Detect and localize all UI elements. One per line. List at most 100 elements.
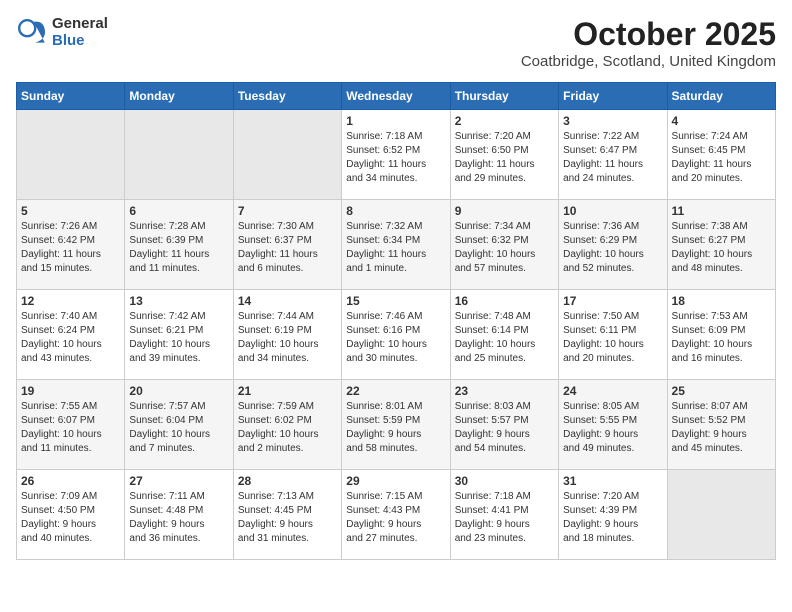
calendar-cell xyxy=(233,110,341,200)
weekday-header-wednesday: Wednesday xyxy=(342,83,450,110)
location-label: Coatbridge, Scotland, United Kingdom xyxy=(521,53,776,70)
day-info: Sunrise: 7:38 AM Sunset: 6:27 PM Dayligh… xyxy=(672,220,771,276)
weekday-header-tuesday: Tuesday xyxy=(233,83,341,110)
day-info: Sunrise: 8:05 AM Sunset: 5:55 PM Dayligh… xyxy=(563,400,662,456)
calendar-cell: 21 Sunrise: 7:59 AM Sunset: 6:02 PM Dayli… xyxy=(233,380,341,470)
day-info: Sunrise: 7:59 AM Sunset: 6:02 PM Dayligh… xyxy=(238,400,337,456)
day-info: Sunrise: 7:55 AM Sunset: 6:07 PM Dayligh… xyxy=(21,400,120,456)
calendar-cell: 15 Sunrise: 7:46 AM Sunset: 6:16 PM Dayli… xyxy=(342,290,450,380)
week-row-4: 19 Sunrise: 7:55 AM Sunset: 6:07 PM Dayli… xyxy=(17,380,776,470)
day-info: Sunrise: 7:20 AM Sunset: 4:39 PM Dayligh… xyxy=(563,490,662,546)
day-info: Sunrise: 7:11 AM Sunset: 4:48 PM Dayligh… xyxy=(129,490,228,546)
week-row-5: 26Sunrise: 7:09 AM Sunset: 4:50 PM Dayli… xyxy=(17,470,776,560)
day-number: 30 xyxy=(455,474,554,488)
day-info: Sunrise: 7:50 AM Sunset: 6:11 PM Dayligh… xyxy=(563,310,662,366)
calendar-cell: 9 Sunrise: 7:34 AM Sunset: 6:32 PM Daylig… xyxy=(450,200,558,290)
day-number: 23 xyxy=(455,384,554,398)
calendar-cell: 16 Sunrise: 7:48 AM Sunset: 6:14 PM Dayli… xyxy=(450,290,558,380)
week-row-2: 5 Sunrise: 7:26 AM Sunset: 6:42 PM Daylig… xyxy=(17,200,776,290)
calendar-cell: 7 Sunrise: 7:30 AM Sunset: 6:37 PM Daylig… xyxy=(233,200,341,290)
weekday-header-sunday: Sunday xyxy=(17,83,125,110)
day-info: Sunrise: 8:03 AM Sunset: 5:57 PM Dayligh… xyxy=(455,400,554,456)
calendar-cell: 10Sunrise: 7:36 AM Sunset: 6:29 PM Dayli… xyxy=(559,200,667,290)
calendar-cell: 29Sunrise: 7:15 AM Sunset: 4:43 PM Dayli… xyxy=(342,470,450,560)
calendar-cell: 23 Sunrise: 8:03 AM Sunset: 5:57 PM Dayli… xyxy=(450,380,558,470)
month-title: October 2025 xyxy=(521,16,776,53)
day-number: 6 xyxy=(129,204,228,218)
weekday-header-thursday: Thursday xyxy=(450,83,558,110)
day-number: 11 xyxy=(672,204,771,218)
calendar-cell xyxy=(17,110,125,200)
day-number: 31 xyxy=(563,474,662,488)
calendar-cell: 28Sunrise: 7:13 AM Sunset: 4:45 PM Dayli… xyxy=(233,470,341,560)
calendar-cell: 18Sunrise: 7:53 AM Sunset: 6:09 PM Dayli… xyxy=(667,290,775,380)
day-info: Sunrise: 7:44 AM Sunset: 6:19 PM Dayligh… xyxy=(238,310,337,366)
calendar-cell xyxy=(125,110,233,200)
day-info: Sunrise: 7:28 AM Sunset: 6:39 PM Dayligh… xyxy=(129,220,228,276)
title-area: October 2025 Coatbridge, Scotland, Unite… xyxy=(521,16,776,70)
calendar-cell: 5 Sunrise: 7:26 AM Sunset: 6:42 PM Daylig… xyxy=(17,200,125,290)
calendar-cell: 12 Sunrise: 7:40 AM Sunset: 6:24 PM Dayli… xyxy=(17,290,125,380)
day-info: Sunrise: 7:36 AM Sunset: 6:29 PM Dayligh… xyxy=(563,220,662,276)
day-info: Sunrise: 7:30 AM Sunset: 6:37 PM Dayligh… xyxy=(238,220,337,276)
logo-text: General Blue xyxy=(52,16,108,49)
logo-general-label: General xyxy=(52,16,108,33)
day-number: 14 xyxy=(238,294,337,308)
day-number: 12 xyxy=(21,294,120,308)
day-number: 5 xyxy=(21,204,120,218)
day-info: Sunrise: 7:53 AM Sunset: 6:09 PM Dayligh… xyxy=(672,310,771,366)
day-number: 22 xyxy=(346,384,445,398)
calendar-cell: 27Sunrise: 7:11 AM Sunset: 4:48 PM Dayli… xyxy=(125,470,233,560)
calendar-cell: 6 Sunrise: 7:28 AM Sunset: 6:39 PM Daylig… xyxy=(125,200,233,290)
calendar-cell: 31 Sunrise: 7:20 AM Sunset: 4:39 PM Dayli… xyxy=(559,470,667,560)
day-number: 17 xyxy=(563,294,662,308)
calendar-cell: 11 Sunrise: 7:38 AM Sunset: 6:27 PM Dayli… xyxy=(667,200,775,290)
calendar-table: SundayMondayTuesdayWednesdayThursdayFrid… xyxy=(16,82,776,560)
day-number: 25 xyxy=(672,384,771,398)
day-info: Sunrise: 7:22 AM Sunset: 6:47 PM Dayligh… xyxy=(563,130,662,186)
calendar-cell: 22Sunrise: 8:01 AM Sunset: 5:59 PM Dayli… xyxy=(342,380,450,470)
day-number: 4 xyxy=(672,114,771,128)
day-number: 2 xyxy=(455,114,554,128)
day-number: 1 xyxy=(346,114,445,128)
day-number: 24 xyxy=(563,384,662,398)
calendar-cell: 20 Sunrise: 7:57 AM Sunset: 6:04 PM Dayli… xyxy=(125,380,233,470)
day-number: 3 xyxy=(563,114,662,128)
weekday-header-monday: Monday xyxy=(125,83,233,110)
calendar-cell: 14 Sunrise: 7:44 AM Sunset: 6:19 PM Dayli… xyxy=(233,290,341,380)
calendar-cell: 26Sunrise: 7:09 AM Sunset: 4:50 PM Dayli… xyxy=(17,470,125,560)
day-info: Sunrise: 7:46 AM Sunset: 6:16 PM Dayligh… xyxy=(346,310,445,366)
calendar-cell: 25Sunrise: 8:07 AM Sunset: 5:52 PM Dayli… xyxy=(667,380,775,470)
weekday-header-row: SundayMondayTuesdayWednesdayThursdayFrid… xyxy=(17,83,776,110)
day-info: Sunrise: 7:18 AM Sunset: 4:41 PM Dayligh… xyxy=(455,490,554,546)
weekday-header-friday: Friday xyxy=(559,83,667,110)
weekday-header-saturday: Saturday xyxy=(667,83,775,110)
week-row-3: 12 Sunrise: 7:40 AM Sunset: 6:24 PM Dayli… xyxy=(17,290,776,380)
calendar-cell: 4Sunrise: 7:24 AM Sunset: 6:45 PM Daylig… xyxy=(667,110,775,200)
day-number: 13 xyxy=(129,294,228,308)
calendar-cell: 8Sunrise: 7:32 AM Sunset: 6:34 PM Daylig… xyxy=(342,200,450,290)
logo-icon xyxy=(16,17,48,49)
logo: General Blue xyxy=(16,16,108,49)
day-number: 28 xyxy=(238,474,337,488)
logo-blue-label: Blue xyxy=(52,33,108,50)
day-info: Sunrise: 7:18 AM Sunset: 6:52 PM Dayligh… xyxy=(346,130,445,186)
day-number: 20 xyxy=(129,384,228,398)
day-info: Sunrise: 7:26 AM Sunset: 6:42 PM Dayligh… xyxy=(21,220,120,276)
day-info: Sunrise: 7:20 AM Sunset: 6:50 PM Dayligh… xyxy=(455,130,554,186)
calendar-cell: 19 Sunrise: 7:55 AM Sunset: 6:07 PM Dayli… xyxy=(17,380,125,470)
day-info: Sunrise: 7:34 AM Sunset: 6:32 PM Dayligh… xyxy=(455,220,554,276)
day-info: Sunrise: 7:48 AM Sunset: 6:14 PM Dayligh… xyxy=(455,310,554,366)
calendar-cell: 30 Sunrise: 7:18 AM Sunset: 4:41 PM Dayli… xyxy=(450,470,558,560)
calendar-cell: 1 Sunrise: 7:18 AM Sunset: 6:52 PM Daylig… xyxy=(342,110,450,200)
day-number: 19 xyxy=(21,384,120,398)
day-number: 15 xyxy=(346,294,445,308)
day-number: 21 xyxy=(238,384,337,398)
calendar-cell: 13Sunrise: 7:42 AM Sunset: 6:21 PM Dayli… xyxy=(125,290,233,380)
day-number: 7 xyxy=(238,204,337,218)
day-info: Sunrise: 7:57 AM Sunset: 6:04 PM Dayligh… xyxy=(129,400,228,456)
day-number: 9 xyxy=(455,204,554,218)
day-info: Sunrise: 7:40 AM Sunset: 6:24 PM Dayligh… xyxy=(21,310,120,366)
day-info: Sunrise: 7:32 AM Sunset: 6:34 PM Dayligh… xyxy=(346,220,445,276)
day-number: 16 xyxy=(455,294,554,308)
